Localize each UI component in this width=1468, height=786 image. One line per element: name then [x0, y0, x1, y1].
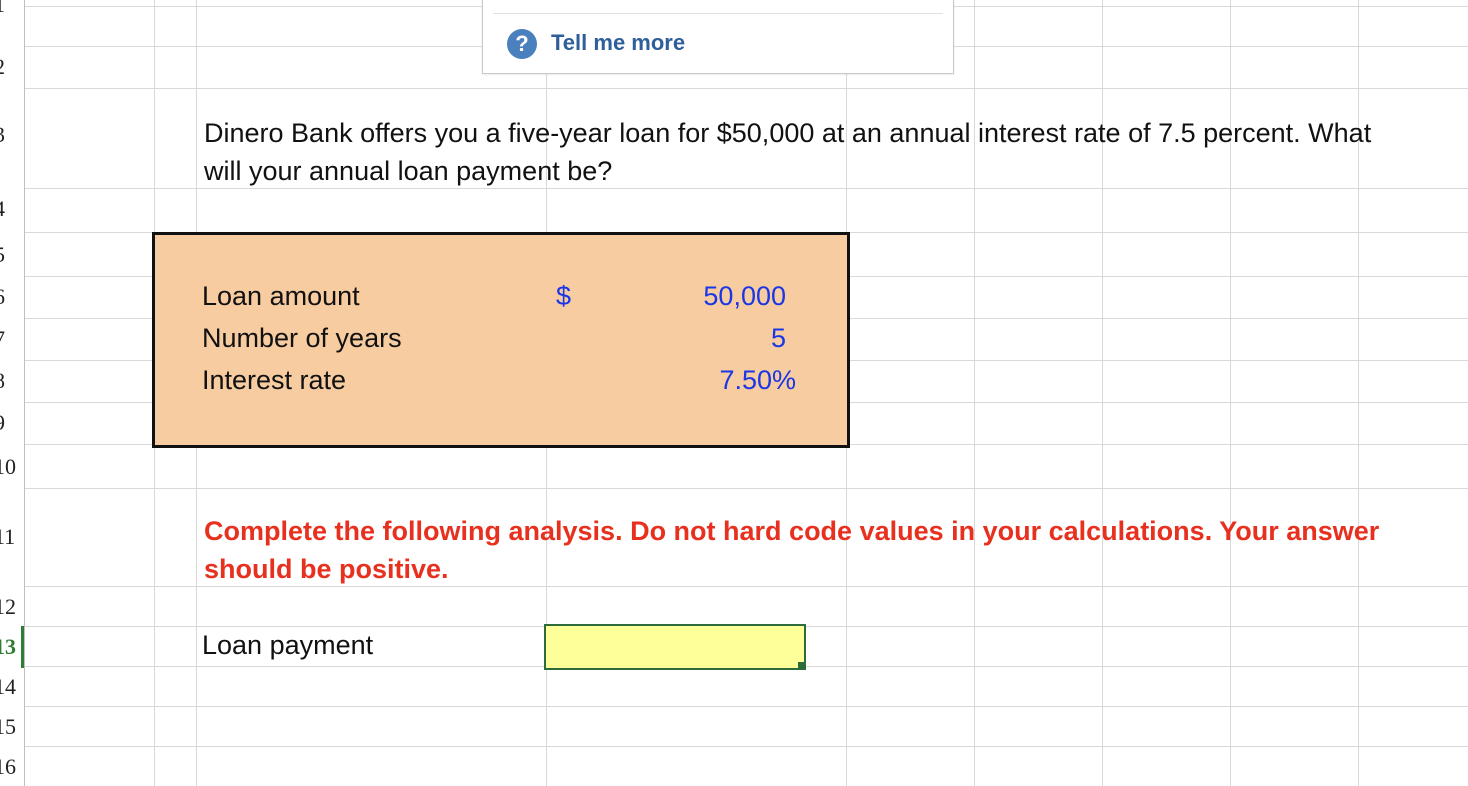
row-header-active[interactable]: 13: [0, 636, 22, 658]
loan-payment-answer-cell[interactable]: [544, 624, 806, 670]
row-header[interactable]: 8: [0, 370, 22, 392]
loan-amount-label: Loan amount: [202, 281, 360, 311]
row-header[interactable]: 15: [0, 716, 22, 738]
row-header[interactable]: 12: [0, 596, 22, 618]
row-header[interactable]: 7: [0, 328, 22, 350]
spreadsheet-grid[interactable]: 1 2 3 4 5 6 7 8 9 10 11 12 13 14 15 16 ?…: [0, 0, 1468, 786]
row-header[interactable]: 9: [0, 412, 22, 434]
tell-me-more-link[interactable]: Tell me more: [551, 30, 685, 56]
row-header[interactable]: 1: [0, 0, 22, 16]
question-circle-icon[interactable]: ?: [507, 29, 537, 59]
fill-handle[interactable]: [798, 662, 806, 670]
grid-row-line: [0, 746, 1468, 747]
rate-label: Interest rate: [202, 365, 347, 395]
row-header[interactable]: 10: [0, 456, 22, 478]
row-header[interactable]: 14: [0, 676, 22, 698]
active-row-marker: [21, 626, 24, 668]
grid-row-line: [0, 706, 1468, 707]
grid-row-line: [0, 88, 1468, 89]
rate-value[interactable]: 7.50%: [719, 365, 796, 396]
row-header-column: 1 2 3 4 5 6 7 8 9 10 11 12 13 14 15 16: [0, 0, 25, 786]
instructions-text: Complete the following analysis. Do not …: [204, 516, 1380, 584]
loan-payment-label: Loan payment: [202, 630, 374, 660]
currency-symbol: $: [556, 281, 572, 311]
loan-amount-value[interactable]: 50,000: [703, 281, 786, 312]
help-popup: ? Tell me more: [482, 0, 954, 74]
years-label: Number of years: [202, 323, 402, 353]
row-header[interactable]: 11: [0, 526, 22, 548]
row-header[interactable]: 2: [0, 56, 22, 78]
years-value[interactable]: 5: [771, 323, 786, 354]
row-header[interactable]: 5: [0, 244, 22, 266]
popup-divider: [493, 13, 943, 14]
row-header[interactable]: 4: [0, 198, 22, 220]
grid-row-line: [0, 488, 1468, 489]
row-header[interactable]: 16: [0, 756, 22, 778]
problem-statement: Dinero Bank offers you a five-year loan …: [204, 118, 1372, 186]
row-header[interactable]: 6: [0, 286, 22, 308]
row-header[interactable]: 3: [0, 124, 22, 146]
